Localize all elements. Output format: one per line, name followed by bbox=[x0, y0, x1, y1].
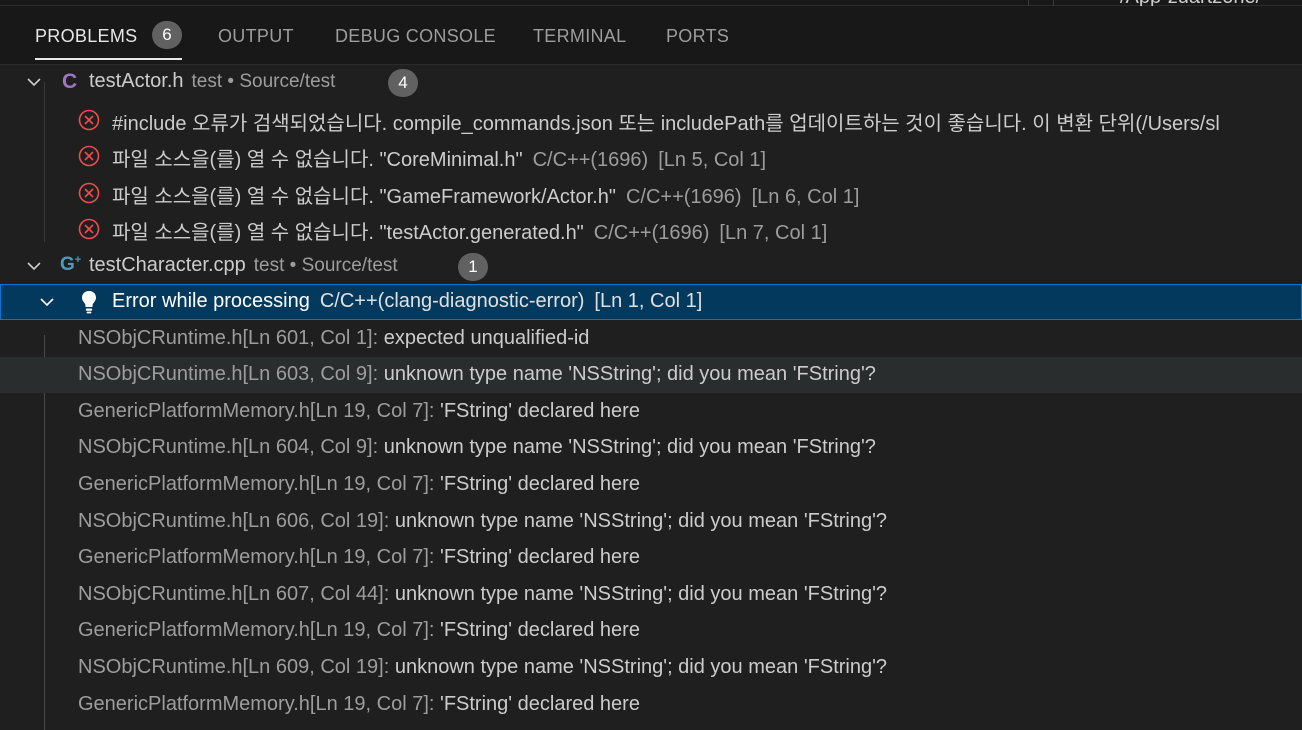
problem-text: 파일 소스을(를) 열 수 없습니다. "GameFramework/Actor… bbox=[112, 180, 859, 209]
problem-message: Error while processing bbox=[112, 290, 310, 312]
related-message: 'FString' declared here bbox=[440, 693, 640, 715]
related-message: unknown type name 'NSString'; did you me… bbox=[394, 510, 888, 532]
file-group-testcharacter[interactable]: G+ testCharacter.cpp test • Source/test 1 bbox=[0, 248, 1302, 284]
error-icon bbox=[78, 218, 100, 240]
related-message: 'FString' declared here bbox=[440, 546, 640, 568]
related-file-location[interactable]: GenericPlatformMemory.h[Ln 19, Col 7]: bbox=[78, 473, 434, 495]
problem-message: 파일 소스을(를) 열 수 없습니다. "CoreMinimal.h" bbox=[112, 149, 523, 171]
problem-row[interactable]: #include 오류가 검색되었습니다. compile_commands.j… bbox=[0, 101, 1302, 137]
problem-source: C/C++(1696) bbox=[625, 186, 742, 208]
problem-location: [Ln 5, Col 1] bbox=[658, 149, 767, 171]
problem-location: [Ln 6, Col 1] bbox=[751, 186, 860, 208]
related-info: GenericPlatformMemory.h[Ln 19, Col 7]: '… bbox=[78, 693, 640, 716]
related-file-location[interactable]: NSObjCRuntime.h[Ln 606, Col 19]: bbox=[78, 510, 389, 532]
related-info: NSObjCRuntime.h[Ln 606, Col 19]: unknown… bbox=[78, 510, 887, 533]
problem-source: C/C++(clang-diagnostic-error) bbox=[319, 290, 585, 312]
related-info-row[interactable]: GenericPlatformMemory.h[Ln 19, Col 7]: '… bbox=[0, 540, 1302, 576]
related-info-row[interactable]: NSObjCRuntime.h[Ln 606, Col 19]: unknown… bbox=[0, 504, 1302, 540]
related-file-location[interactable]: NSObjCRuntime.h[Ln 601, Col 1]: bbox=[78, 327, 378, 349]
file-path-description: test • Source/test bbox=[191, 71, 336, 92]
related-info: NSObjCRuntime.h[Ln 604, Col 9]: unknown … bbox=[78, 436, 876, 459]
tab-output[interactable]: OUTPUT bbox=[218, 26, 294, 47]
related-message: unknown type name 'NSString'; did you me… bbox=[383, 363, 876, 385]
problem-message: #include 오류가 검색되었습니다. compile_commands.j… bbox=[112, 113, 1220, 135]
related-message: expected unqualified-id bbox=[383, 327, 590, 349]
related-message: 'FString' declared here bbox=[440, 400, 640, 422]
problems-count-badge: 6 bbox=[152, 21, 182, 49]
related-message: 'FString' declared here bbox=[440, 619, 640, 641]
related-message: 'FString' declared here bbox=[440, 473, 640, 495]
related-info: GenericPlatformMemory.h[Ln 19, Col 7]: '… bbox=[78, 619, 640, 642]
related-file-location[interactable]: GenericPlatformMemory.h[Ln 19, Col 7]: bbox=[78, 619, 434, 641]
chevron-down-icon[interactable] bbox=[25, 257, 43, 275]
file-problem-count-badge: 4 bbox=[388, 69, 418, 97]
problem-source: C/C++(1696) bbox=[593, 222, 710, 244]
related-message: unknown type name 'NSString'; did you me… bbox=[383, 436, 876, 458]
problems-tree: C testActor.h test • Source/test 4 #inclu… bbox=[0, 64, 1302, 730]
problem-text: 파일 소스을(를) 열 수 없습니다. "CoreMinimal.h" C/C++… bbox=[112, 143, 766, 172]
related-info-row[interactable]: NSObjCRuntime.h[Ln 601, Col 1]: expected… bbox=[0, 321, 1302, 357]
related-info: NSObjCRuntime.h[Ln 609, Col 19]: unknown… bbox=[78, 656, 887, 679]
problem-message: 파일 소스을(를) 열 수 없습니다. "GameFramework/Actor… bbox=[112, 186, 616, 208]
problem-source: C/C++(1696) bbox=[532, 149, 649, 171]
chevron-down-icon[interactable] bbox=[38, 293, 56, 311]
related-message: unknown type name 'NSString'; did you me… bbox=[394, 656, 888, 678]
related-info: GenericPlatformMemory.h[Ln 19, Col 7]: '… bbox=[78, 400, 640, 423]
related-info-row[interactable]: GenericPlatformMemory.h[Ln 19, Col 7]: '… bbox=[0, 394, 1302, 430]
related-info-row[interactable]: GenericPlatformMemory.h[Ln 19, Col 7]: '… bbox=[0, 467, 1302, 503]
error-icon bbox=[78, 145, 100, 167]
tab-debug-console[interactable]: DEBUG CONSOLE bbox=[335, 26, 496, 47]
related-info-row[interactable]: NSObjCRuntime.h[Ln 609, Col 19]: unknown… bbox=[0, 650, 1302, 686]
problem-message: 파일 소스을(를) 열 수 없습니다. "testActor.generated… bbox=[112, 222, 584, 244]
problem-row-selected[interactable]: Error while processing C/C++(clang-diagno… bbox=[0, 284, 1302, 320]
related-message: unknown type name 'NSString'; did you me… bbox=[394, 583, 888, 605]
problem-row[interactable]: 파일 소스을(를) 열 수 없습니다. "CoreMinimal.h" C/C++… bbox=[0, 137, 1302, 173]
lightbulb-icon bbox=[80, 289, 98, 315]
problem-location: [Ln 1, Col 1] bbox=[594, 290, 703, 312]
tab-terminal[interactable]: TERMINAL bbox=[533, 26, 626, 47]
file-group-testactor[interactable]: C testActor.h test • Source/test 4 bbox=[0, 64, 1302, 100]
tab-ports[interactable]: PORTS bbox=[666, 26, 729, 47]
file-label: testCharacter.cpp test • Source/test bbox=[89, 254, 398, 277]
related-info: NSObjCRuntime.h[Ln 603, Col 9]: unknown … bbox=[78, 363, 876, 386]
error-icon bbox=[78, 109, 100, 131]
related-file-location[interactable]: NSObjCRuntime.h[Ln 607, Col 44]: bbox=[78, 583, 389, 605]
chevron-down-icon[interactable] bbox=[25, 73, 43, 91]
related-file-location[interactable]: GenericPlatformMemory.h[Ln 19, Col 7]: bbox=[78, 546, 434, 568]
related-info-row[interactable]: GenericPlatformMemory.h[Ln 19, Col 7]: '… bbox=[0, 613, 1302, 649]
error-icon bbox=[78, 182, 100, 204]
related-file-location[interactable]: GenericPlatformMemory.h[Ln 19, Col 7]: bbox=[78, 400, 434, 422]
panel-tab-bar: PROBLEMS 6 OUTPUT DEBUG CONSOLE TERMINAL… bbox=[0, 6, 1302, 65]
related-file-location[interactable]: NSObjCRuntime.h[Ln 604, Col 9]: bbox=[78, 436, 378, 458]
tab-problems[interactable]: PROBLEMS bbox=[35, 26, 137, 47]
problem-row[interactable]: 파일 소스을(를) 열 수 없습니다. "testActor.generated… bbox=[0, 210, 1302, 246]
related-info-row[interactable]: NSObjCRuntime.h[Ln 603, Col 9]: unknown … bbox=[0, 357, 1302, 393]
problem-text: Error while processing C/C++(clang-diagno… bbox=[112, 290, 702, 313]
file-label: testActor.h test • Source/test bbox=[89, 70, 335, 93]
cpp-file-icon: G+ bbox=[60, 254, 82, 275]
related-info: NSObjCRuntime.h[Ln 601, Col 1]: expected… bbox=[78, 327, 589, 350]
cpp-icon-letter: G bbox=[60, 254, 75, 275]
related-info: NSObjCRuntime.h[Ln 607, Col 44]: unknown… bbox=[78, 583, 887, 606]
related-info-row[interactable]: GenericPlatformMemory.h[Ln 19, Col 7]: '… bbox=[0, 687, 1302, 723]
related-file-location[interactable]: GenericPlatformMemory.h[Ln 19, Col 7]: bbox=[78, 693, 434, 715]
related-file-location[interactable]: NSObjCRuntime.h[Ln 603, Col 9]: bbox=[78, 363, 378, 385]
problem-text: 파일 소스을(를) 열 수 없습니다. "testActor.generated… bbox=[112, 216, 827, 245]
file-name: testCharacter.cpp bbox=[89, 254, 246, 276]
file-problem-count-badge: 1 bbox=[458, 253, 488, 281]
c-header-file-icon: C bbox=[62, 70, 78, 93]
file-path-description: test • Source/test bbox=[253, 255, 398, 276]
related-file-location[interactable]: NSObjCRuntime.h[Ln 609, Col 19]: bbox=[78, 656, 389, 678]
problem-row[interactable]: 파일 소스을(를) 열 수 없습니다. "GameFramework/Actor… bbox=[0, 174, 1302, 210]
file-name: testActor.h bbox=[89, 70, 184, 92]
related-info-row[interactable]: NSObjCRuntime.h[Ln 604, Col 9]: unknown … bbox=[0, 430, 1302, 466]
related-info: GenericPlatformMemory.h[Ln 19, Col 7]: '… bbox=[78, 546, 640, 569]
problem-location: [Ln 7, Col 1] bbox=[719, 222, 828, 244]
related-info: GenericPlatformMemory.h[Ln 19, Col 7]: '… bbox=[78, 473, 640, 496]
related-info-row[interactable]: NSObjCRuntime.h[Ln 607, Col 44]: unknown… bbox=[0, 577, 1302, 613]
active-tab-indicator bbox=[35, 58, 182, 60]
